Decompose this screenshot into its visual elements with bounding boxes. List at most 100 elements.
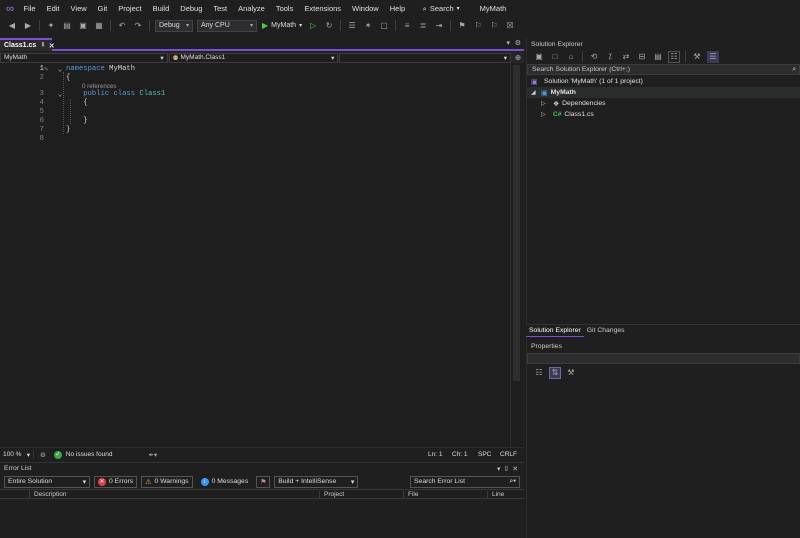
menu-analyze[interactable]: Analyze (233, 0, 271, 17)
run-button[interactable]: ▶ MyMath ▾ (262, 21, 302, 30)
menu-build[interactable]: Build (147, 0, 175, 17)
categorized-icon[interactable]: ☷ (533, 367, 545, 379)
collapse-all-icon[interactable]: ⊟ (636, 51, 648, 63)
sync-icon[interactable]: ⇄ (620, 51, 632, 63)
back-icon[interactable]: ◀ (6, 20, 18, 32)
project-combo[interactable]: MyMath ▾ (0, 52, 168, 63)
warnings-filter-button[interactable]: ⚠ 0 Warnings (141, 475, 193, 488)
close-icon[interactable]: ✕ (512, 465, 518, 473)
errors-filter-button[interactable]: ✕ 0 Errors (94, 475, 138, 488)
type-combo[interactable]: ⚉ MyMath.Class1 ▾ (168, 52, 339, 63)
column-project[interactable]: Project (320, 490, 404, 498)
menu-debug[interactable]: Debug (175, 0, 208, 17)
hot-reload-icon[interactable]: ✶ (362, 20, 374, 32)
attach-icon[interactable]: ↻ (323, 20, 335, 32)
back-icon[interactable]: ▣ (533, 51, 545, 63)
save-all-icon[interactable]: ▦ (93, 20, 105, 32)
forward-icon[interactable]: □ (549, 51, 561, 63)
menu-help[interactable]: Help (384, 0, 410, 17)
menu-project[interactable]: Project (113, 0, 147, 17)
bookmark-icon[interactable]: ⚑ (456, 20, 468, 32)
brush-icon[interactable]: ✒▾ (148, 451, 157, 459)
platform-combo[interactable]: Any CPU ▾ (197, 19, 257, 32)
collapse-icon[interactable]: ⌄ (58, 65, 62, 74)
chevron-down-icon[interactable]: ▾ (497, 465, 500, 473)
menu-edit[interactable]: Edit (41, 0, 65, 17)
scrollbar-thumb[interactable] (513, 65, 520, 381)
tree-item-class1-cs[interactable]: ▷ C# Class1.cs (527, 109, 800, 120)
tab-solution-explorer[interactable]: Solution Explorer (526, 325, 584, 337)
editor-vertical-scrollbar[interactable] (510, 63, 522, 447)
tab-class1-cs[interactable]: Class1.cs ⫫ ✕ (0, 38, 55, 51)
home-icon[interactable]: ⌂ (565, 51, 577, 63)
zoom-combo[interactable]: 100 % ▾ (0, 450, 34, 459)
comment-icon[interactable]: ≣ (417, 20, 429, 32)
filter-icon[interactable]: ⚑ (256, 475, 271, 488)
toggle-icon[interactable]: ▢ (378, 20, 390, 32)
chevron-right-icon[interactable]: ▷ (541, 111, 553, 118)
menu-extensions[interactable]: Extensions (299, 0, 347, 17)
line-ending-indicator[interactable]: CRLF (500, 451, 524, 458)
menu-window[interactable]: Window (347, 0, 385, 17)
collapse-icon[interactable]: ⌄ (58, 90, 62, 99)
codelens-references[interactable]: 0 references (82, 83, 116, 90)
error-search-input[interactable]: Search Error List ⌕▾ (410, 475, 520, 488)
solution-explorer-search-input[interactable]: Search Solution Explorer (Ctrl+;) ⌕ (527, 64, 800, 75)
menu-test[interactable]: Test (208, 0, 233, 17)
format-icon[interactable]: ≡ (401, 20, 413, 32)
show-all-files-icon[interactable]: ▤ (652, 51, 664, 63)
column-line[interactable]: Line (488, 491, 518, 498)
member-combo[interactable]: ▾ (339, 52, 512, 63)
open-icon[interactable]: ▤ (61, 20, 73, 32)
wrench-icon[interactable]: ⚒ (565, 367, 577, 379)
visual-studio-logo-icon[interactable]: ∞ (2, 0, 18, 17)
prev-bookmark-icon[interactable]: ⚐ (472, 20, 484, 32)
pin-icon[interactable]: ⫫ (504, 465, 508, 473)
search-button[interactable]: ⌕ Search ▾ (419, 4, 464, 14)
save-icon[interactable]: ▣ (77, 20, 89, 32)
menu-tools[interactable]: Tools (270, 0, 299, 17)
browser-link-icon[interactable]: ☰ (346, 20, 358, 32)
tab-git-changes[interactable]: Git Changes (584, 327, 628, 334)
close-icon[interactable]: ✕ (49, 42, 55, 50)
clear-bookmarks-icon[interactable]: ☒ (504, 20, 516, 32)
messages-filter-button[interactable]: i 0 Messages (197, 476, 253, 488)
forward-icon[interactable]: ▶ (22, 20, 34, 32)
history-icon[interactable]: ⟲ (588, 51, 600, 63)
issues-indicator[interactable]: ✓ No issues found (53, 450, 112, 459)
alphabetical-icon[interactable]: ⇅ (549, 366, 561, 379)
configuration-combo[interactable]: Debug ▾ (155, 19, 193, 32)
scope-combo[interactable]: Entire Solution ▾ (4, 475, 90, 488)
intellicode-icon[interactable]: ⚙ (40, 451, 46, 459)
pin-icon[interactable]: ⫫ (41, 42, 44, 49)
undo-icon[interactable]: ↶ (116, 20, 128, 32)
settings-icon[interactable]: ⚙ (515, 39, 521, 47)
tree-item-solution[interactable]: ▣ Solution 'MyMath' (1 of 1 project) (527, 76, 800, 87)
menu-git[interactable]: Git (92, 0, 113, 17)
chevron-down-icon[interactable]: ▾ (506, 39, 510, 47)
properties-object-combo[interactable] (527, 353, 800, 364)
quick-action-icon[interactable]: ✎ (44, 65, 48, 74)
start-without-debugging-icon[interactable]: ▷ (307, 20, 319, 32)
new-project-icon[interactable]: ✦ (45, 20, 57, 32)
next-bookmark-icon[interactable]: ⚐ (488, 20, 500, 32)
tab-title: Class1.cs (4, 42, 37, 49)
view-switch-icon[interactable]: ☷ (668, 50, 680, 63)
indent-icon[interactable]: ⇥ (433, 20, 445, 32)
column-description[interactable]: Description (30, 490, 320, 498)
chevron-right-icon[interactable]: ▷ (541, 100, 553, 107)
tree-item-dependencies[interactable]: ▷ ❖ Dependencies (527, 98, 800, 109)
whitespace-indicator[interactable]: SPC (478, 451, 500, 458)
properties-icon[interactable]: ⚒ (691, 51, 703, 63)
redo-icon[interactable]: ↷ (132, 20, 144, 32)
split-icon[interactable]: ⊕ (512, 53, 524, 62)
column-file[interactable]: File (404, 490, 488, 498)
code-editor[interactable]: ✎ ⌄ ⌄ 1 2 3 4 5 6 7 8 namespace MyMath {… (0, 63, 510, 447)
build-filter-combo[interactable]: Build + IntelliSense ▾ (274, 475, 359, 488)
pending-changes-icon[interactable]: ⁒ (604, 51, 616, 63)
tree-item-project[interactable]: ◢ ▣ MyMath (527, 87, 800, 98)
menu-view[interactable]: View (65, 0, 92, 17)
preview-icon[interactable]: ☰ (707, 50, 719, 63)
chevron-down-icon[interactable]: ◢ (531, 89, 541, 96)
menu-file[interactable]: File (18, 0, 41, 17)
